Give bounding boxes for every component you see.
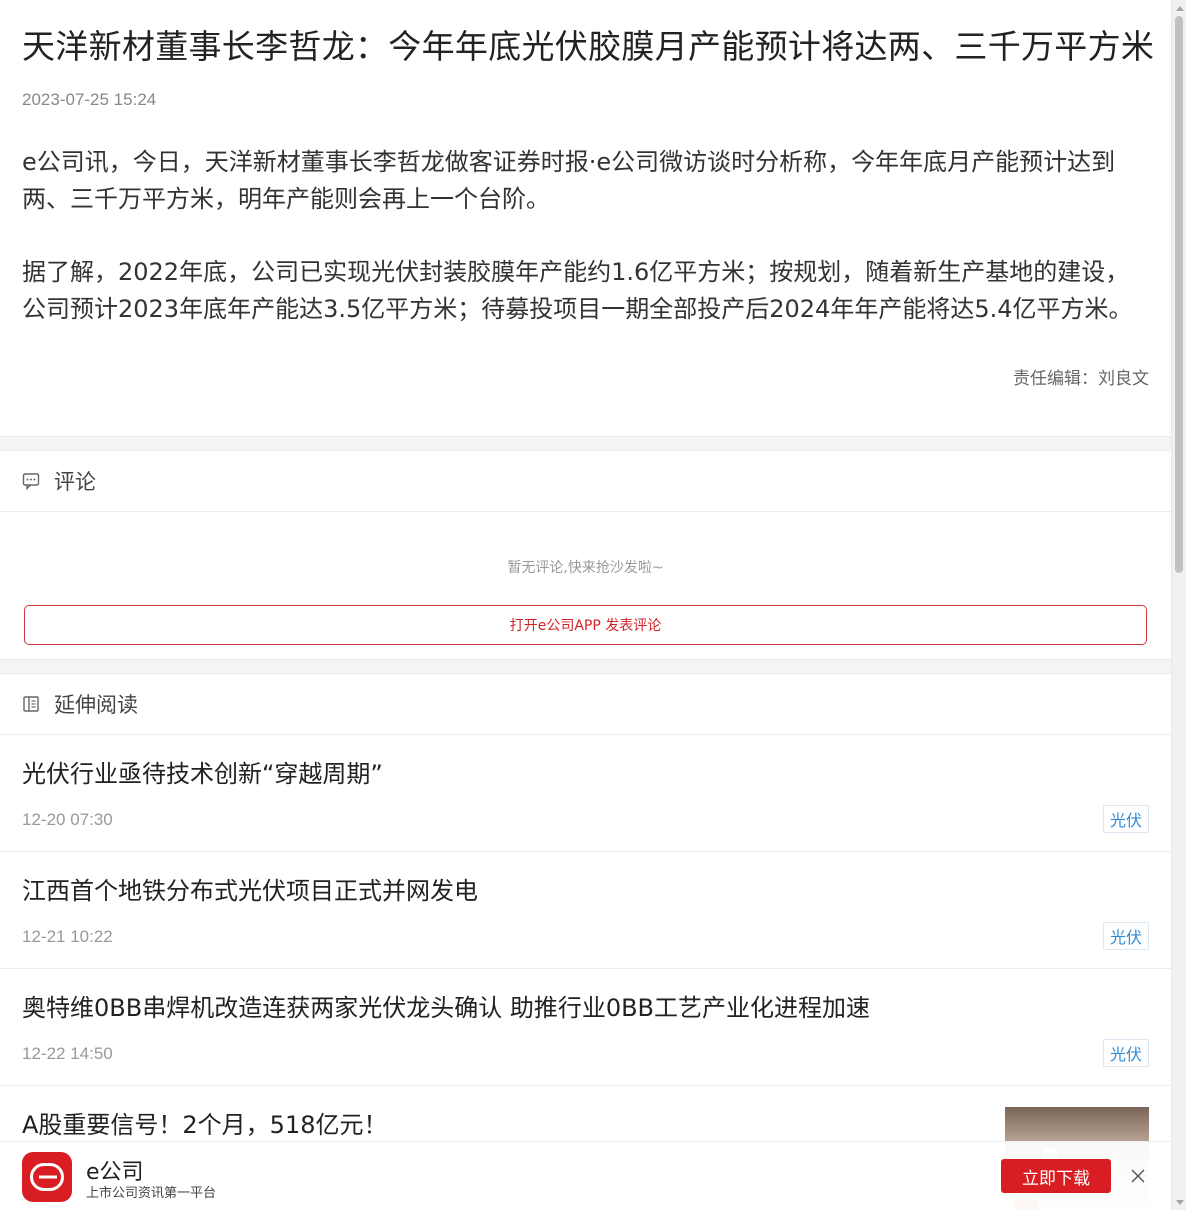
- section-divider: [0, 659, 1171, 674]
- article-editor: 责任编辑：刘良文: [1013, 369, 1149, 389]
- related-reading-header: 延伸阅读: [0, 674, 1171, 735]
- related-item-tag[interactable]: 光伏: [1102, 805, 1149, 833]
- comments-header-label: 评论: [54, 470, 96, 494]
- related-reading-section: 延伸阅读 光伏行业亟待技术创新“穿越周期” 12-20 07:30 光伏 江西首…: [0, 674, 1171, 1210]
- comments-section: 评论 暂无评论,快来抢沙发啦~ 打开e公司APP 发表评论: [0, 451, 1171, 659]
- related-item-tag[interactable]: 光伏: [1102, 922, 1149, 950]
- related-item-time: 12-21 10:22: [22, 927, 113, 946]
- vertical-scrollbar[interactable]: [1171, 0, 1186, 1210]
- related-item-tag[interactable]: 光伏: [1102, 1039, 1149, 1067]
- section-divider: [0, 436, 1171, 451]
- comments-header: 评论: [0, 451, 1171, 512]
- related-item-time: 12-20 07:30: [22, 810, 113, 829]
- close-icon[interactable]: [1126, 1164, 1150, 1188]
- article-time: 2023-07-25 15:24: [22, 90, 157, 109]
- book-icon: [22, 695, 40, 713]
- scroll-up-arrow-icon[interactable]: [1172, 0, 1186, 15]
- related-item[interactable]: 光伏行业亟待技术创新“穿越周期” 12-20 07:30 光伏: [0, 735, 1171, 852]
- related-item[interactable]: 奥特维0BB串焊机改造连获两家光伏龙头确认 助推行业0BB工艺产业化进程加速 1…: [0, 969, 1171, 1086]
- comment-bubble-icon: [22, 472, 40, 490]
- app-slogan: 上市公司资讯第一平台: [86, 1186, 217, 1201]
- related-item-title[interactable]: 光伏行业亟待技术创新“穿越周期”: [22, 757, 1149, 791]
- download-button[interactable]: 立即下载: [1001, 1159, 1111, 1193]
- comments-body: 暂无评论,快来抢沙发啦~ 打开e公司APP 发表评论: [0, 512, 1171, 659]
- scrollbar-thumb[interactable]: [1175, 16, 1183, 573]
- article-paragraph: e公司讯，今日，天洋新材董事长李哲龙做客证券时报·e公司微访谈时分析称，今年年底…: [22, 148, 1116, 213]
- article-title: 天洋新材董事长李哲龙：今年年底光伏胶膜月产能预计将达两、三千万平方米: [22, 27, 1155, 66]
- related-item-time: 12-22 14:50: [22, 1044, 113, 1063]
- related-item[interactable]: 江西首个地铁分布式光伏项目正式并网发电 12-21 10:22 光伏: [0, 852, 1171, 969]
- related-reading-header-label: 延伸阅读: [54, 693, 138, 717]
- article-body: e公司讯，今日，天洋新材董事长李哲龙做客证券时报·e公司微访谈时分析称，今年年底…: [22, 144, 1149, 328]
- no-comment-text: 暂无评论,快来抢沙发啦~: [507, 560, 664, 576]
- app-download-banner: e公司 上市公司资讯第一平台 立即下载: [0, 1141, 1171, 1210]
- article-paragraph: 据了解，2022年底，公司已实现光伏封装胶膜年产能约1.6亿平方米；按规划，随着…: [22, 258, 1133, 323]
- scroll-down-arrow-icon[interactable]: [1172, 1195, 1186, 1210]
- e-company-logo: [22, 1152, 72, 1202]
- related-item-title[interactable]: 江西首个地铁分布式光伏项目正式并网发电: [22, 874, 1149, 908]
- open-app-comment-button[interactable]: 打开e公司APP 发表评论: [24, 605, 1147, 645]
- article: 天洋新材董事长李哲龙：今年年底光伏胶膜月产能预计将达两、三千万平方米 2023-…: [0, 0, 1171, 436]
- related-item-title[interactable]: A股重要信号！2个月，518亿元！: [22, 1108, 1149, 1142]
- related-item-title[interactable]: 奥特维0BB串焊机改造连获两家光伏龙头确认 助推行业0BB工艺产业化进程加速: [22, 991, 1149, 1025]
- article-page: 天洋新材董事长李哲龙：今年年底光伏胶膜月产能预计将达两、三千万平方米 2023-…: [0, 0, 1171, 1210]
